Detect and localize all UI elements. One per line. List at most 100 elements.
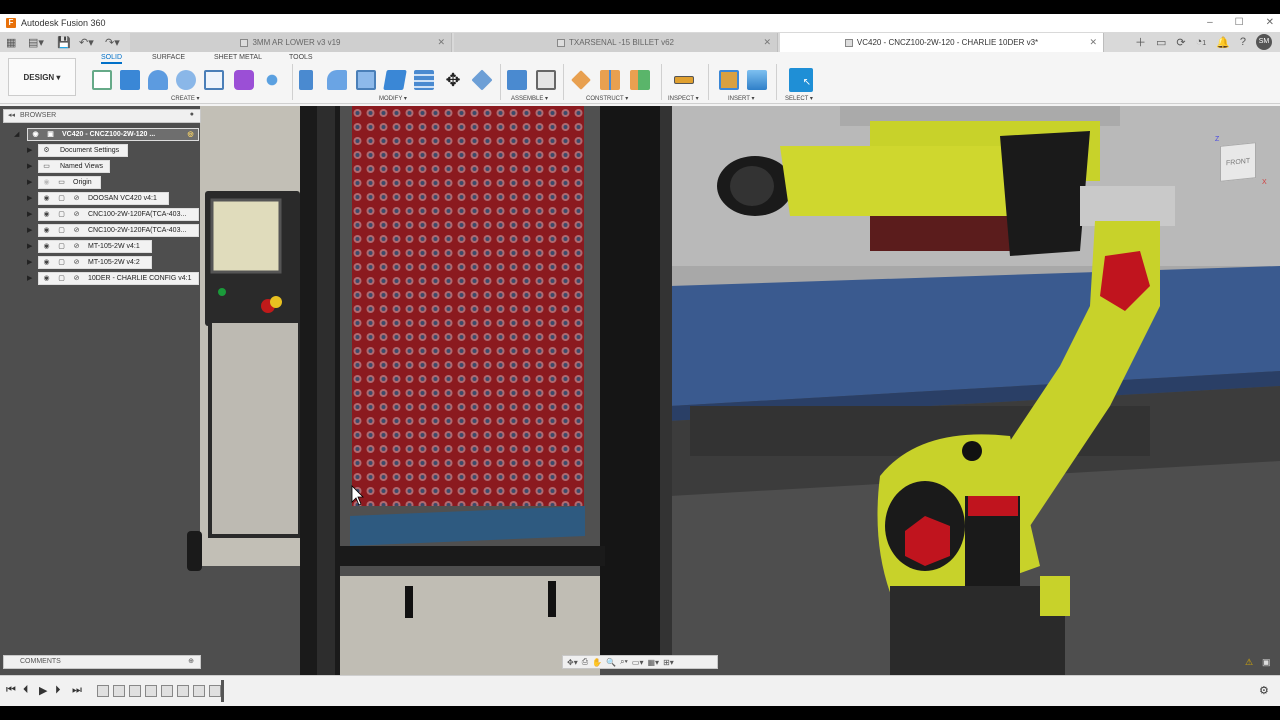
inspect-menu[interactable]: INSPECT ▾ — [668, 95, 699, 102]
revolve-icon[interactable] — [148, 70, 168, 90]
assemble-menu[interactable]: ASSEMBLE ▾ — [511, 95, 548, 102]
insert-menu[interactable]: INSERT ▾ — [728, 95, 754, 102]
browser-item-named-views[interactable]: ▭ Named Views — [38, 160, 110, 173]
press-pull-icon[interactable] — [299, 70, 313, 90]
expand-arrow-icon[interactable]: ▶ — [27, 194, 32, 202]
browser-item-cnc100-1[interactable]: ◉ ▢ ⊘ CNC100-2W-120FA(TCA-403... — [38, 208, 199, 221]
timeline-prev-icon[interactable]: ⏴ — [23, 684, 29, 697]
visibility-eye-icon[interactable]: ◉ — [42, 243, 51, 251]
split-body-icon[interactable] — [414, 70, 434, 90]
tab-vc420-active[interactable]: VC420 - CNCZ100-2W-120 - CHARLIE 10DER v… — [780, 33, 1104, 52]
grid-settings-icon[interactable]: ▦▾ — [647, 658, 659, 667]
expand-arrow-icon[interactable]: ▶ — [27, 258, 32, 266]
extensions-icon[interactable]: ⟳ — [1176, 36, 1185, 49]
tab-solid[interactable]: SOLID — [101, 54, 123, 64]
close-tab-icon[interactable]: ✕ — [763, 37, 771, 48]
timeline-end-icon[interactable]: ⏭ — [72, 684, 82, 697]
timeline-feature-component[interactable] — [209, 685, 221, 697]
close-tab-icon[interactable]: ✕ — [437, 37, 445, 48]
warning-icon[interactable]: ⚠ — [1245, 657, 1253, 668]
timeline-feature-joint[interactable] — [193, 685, 205, 697]
insert-derive-icon[interactable] — [719, 70, 739, 90]
timeline-feature-joint[interactable] — [177, 685, 189, 697]
expand-arrow-icon[interactable]: ▶ — [27, 146, 32, 154]
timeline-next-icon[interactable]: ⏵ — [55, 684, 61, 697]
move-copy-icon[interactable]: ✥ — [443, 70, 463, 90]
apps-grid-icon[interactable]: ▦ — [6, 32, 16, 52]
close-tab-icon[interactable]: ✕ — [1089, 37, 1097, 48]
tab-tools[interactable]: TOOLS — [289, 54, 313, 61]
help-icon[interactable]: ? — [1240, 36, 1246, 48]
rectangular-pattern-icon[interactable] — [204, 70, 224, 90]
new-tab-icon[interactable]: ＋ — [1135, 34, 1146, 50]
undo-icon[interactable]: ↶▾ — [79, 32, 94, 52]
tab-surface[interactable]: SURFACE — [152, 54, 185, 61]
browser-item-document-settings[interactable]: ⚙ Document Settings — [38, 144, 128, 157]
timeline-feature-joint[interactable] — [97, 685, 109, 697]
visibility-off-icon[interactable]: ◉ — [42, 179, 51, 187]
display-settings-icon[interactable]: ▭▾ — [632, 658, 644, 667]
pan-hand-icon[interactable]: ✋ — [592, 658, 602, 667]
tab-3mm-ar-lower[interactable]: 3MM AR LOWER v3 v19 ✕ — [130, 33, 452, 52]
create-menu[interactable]: CREATE ▾ — [171, 95, 200, 102]
offset-plane-icon[interactable] — [571, 70, 591, 90]
zoom-icon[interactable]: 🔍 — [606, 658, 616, 667]
browser-item-cnc100-2[interactable]: ◉ ▢ ⊘ CNC100-2W-120FA(TCA-403... — [38, 224, 199, 237]
look-at-icon[interactable]: ⎙ — [582, 657, 588, 667]
visibility-eye-icon[interactable]: ◉ — [42, 259, 51, 267]
avatar[interactable]: SM — [1256, 34, 1272, 50]
midplane-icon[interactable] — [600, 70, 620, 90]
viewports-icon[interactable]: ⊞▾ — [663, 658, 674, 667]
visibility-eye-icon[interactable]: ◉ — [31, 131, 40, 139]
select-menu[interactable]: SELECT ▾ — [785, 95, 813, 102]
expand-arrow-icon[interactable]: ▶ — [27, 162, 32, 170]
modify-menu[interactable]: MODIFY ▾ — [379, 95, 407, 102]
minimize-icon[interactable]: – — [1207, 14, 1213, 32]
construct-menu[interactable]: CONSTRUCT ▾ — [586, 95, 628, 102]
timeline-feature-joint[interactable] — [129, 685, 141, 697]
timeline-start-icon[interactable]: ⏮ — [6, 684, 16, 697]
timeline-feature-joint[interactable] — [145, 685, 157, 697]
browser-item-doosan-vc420[interactable]: ◉ ▢ ⊘ DOOSAN VC420 v4:1 — [38, 192, 169, 205]
visibility-eye-icon[interactable]: ◉ — [42, 275, 51, 283]
expand-arrow-icon[interactable]: ▶ — [27, 210, 32, 218]
shell-icon[interactable] — [356, 70, 376, 90]
design-workspace-button[interactable]: DESIGN ▾ — [8, 58, 76, 96]
browser-item-mt105-1[interactable]: ◉ ▢ ⊘ MT-105-2W v4:1 — [38, 240, 152, 253]
timeline-feature-joint[interactable] — [161, 685, 173, 697]
view-cube[interactable]: FRONT — [1220, 142, 1256, 182]
orbit-icon[interactable]: ✥▾ — [567, 658, 578, 667]
browser-root-component[interactable]: ◉ ▣ VC420 - CNCZ100-2W-120 ... ◎ — [27, 128, 199, 141]
hole-icon[interactable] — [176, 70, 196, 90]
expand-root-icon[interactable]: ◢ — [14, 130, 19, 138]
derive-icon[interactable] — [262, 70, 282, 90]
expand-arrow-icon[interactable]: ▶ — [27, 242, 32, 250]
timeline-settings-gear-icon[interactable]: ⚙ — [1259, 684, 1269, 697]
save-icon[interactable]: 💾 — [57, 32, 71, 52]
create-sketch-icon[interactable] — [92, 70, 112, 90]
fillet-icon[interactable] — [327, 70, 347, 90]
extrude-icon[interactable] — [120, 70, 140, 90]
timeline-marker[interactable] — [221, 680, 224, 702]
redo-icon[interactable]: ↷▾ — [105, 32, 120, 52]
joint-icon[interactable] — [536, 70, 556, 90]
browser-item-origin[interactable]: ◉ ▭ Origin — [38, 176, 101, 189]
comments-panel[interactable]: COMMENTS ⊕ — [3, 655, 201, 669]
close-icon[interactable]: ✕ — [1266, 14, 1274, 32]
browser-pin-icon[interactable]: ● — [190, 111, 194, 118]
tab-txarsenal-billet[interactable]: TXARSENAL -15 BILLET v62 ✕ — [454, 33, 778, 52]
file-menu-icon[interactable]: ▤▾ — [28, 32, 44, 52]
activate-radio-icon[interactable]: ◎ — [186, 131, 195, 139]
3d-viewport[interactable]: FRONT Z X ⚠ ▣ — [0, 106, 1280, 675]
zoom-window-icon[interactable]: ⌕▾ — [620, 657, 628, 667]
notifications-bell-icon[interactable]: 🔔 — [1216, 36, 1230, 49]
plane-at-angle-icon[interactable] — [630, 70, 650, 90]
display-toggle-icon[interactable]: ▣ — [1262, 657, 1271, 668]
expand-arrow-icon[interactable]: ▶ — [27, 226, 32, 234]
maximize-icon[interactable]: ☐ — [1235, 14, 1244, 32]
comments-add-icon[interactable]: ⊕ — [188, 657, 194, 665]
timeline-play-icon[interactable]: ▶ — [39, 684, 47, 697]
expand-arrow-icon[interactable]: ▶ — [27, 274, 32, 282]
visibility-eye-icon[interactable]: ◉ — [42, 227, 51, 235]
timeline-feature-joint[interactable] — [113, 685, 125, 697]
